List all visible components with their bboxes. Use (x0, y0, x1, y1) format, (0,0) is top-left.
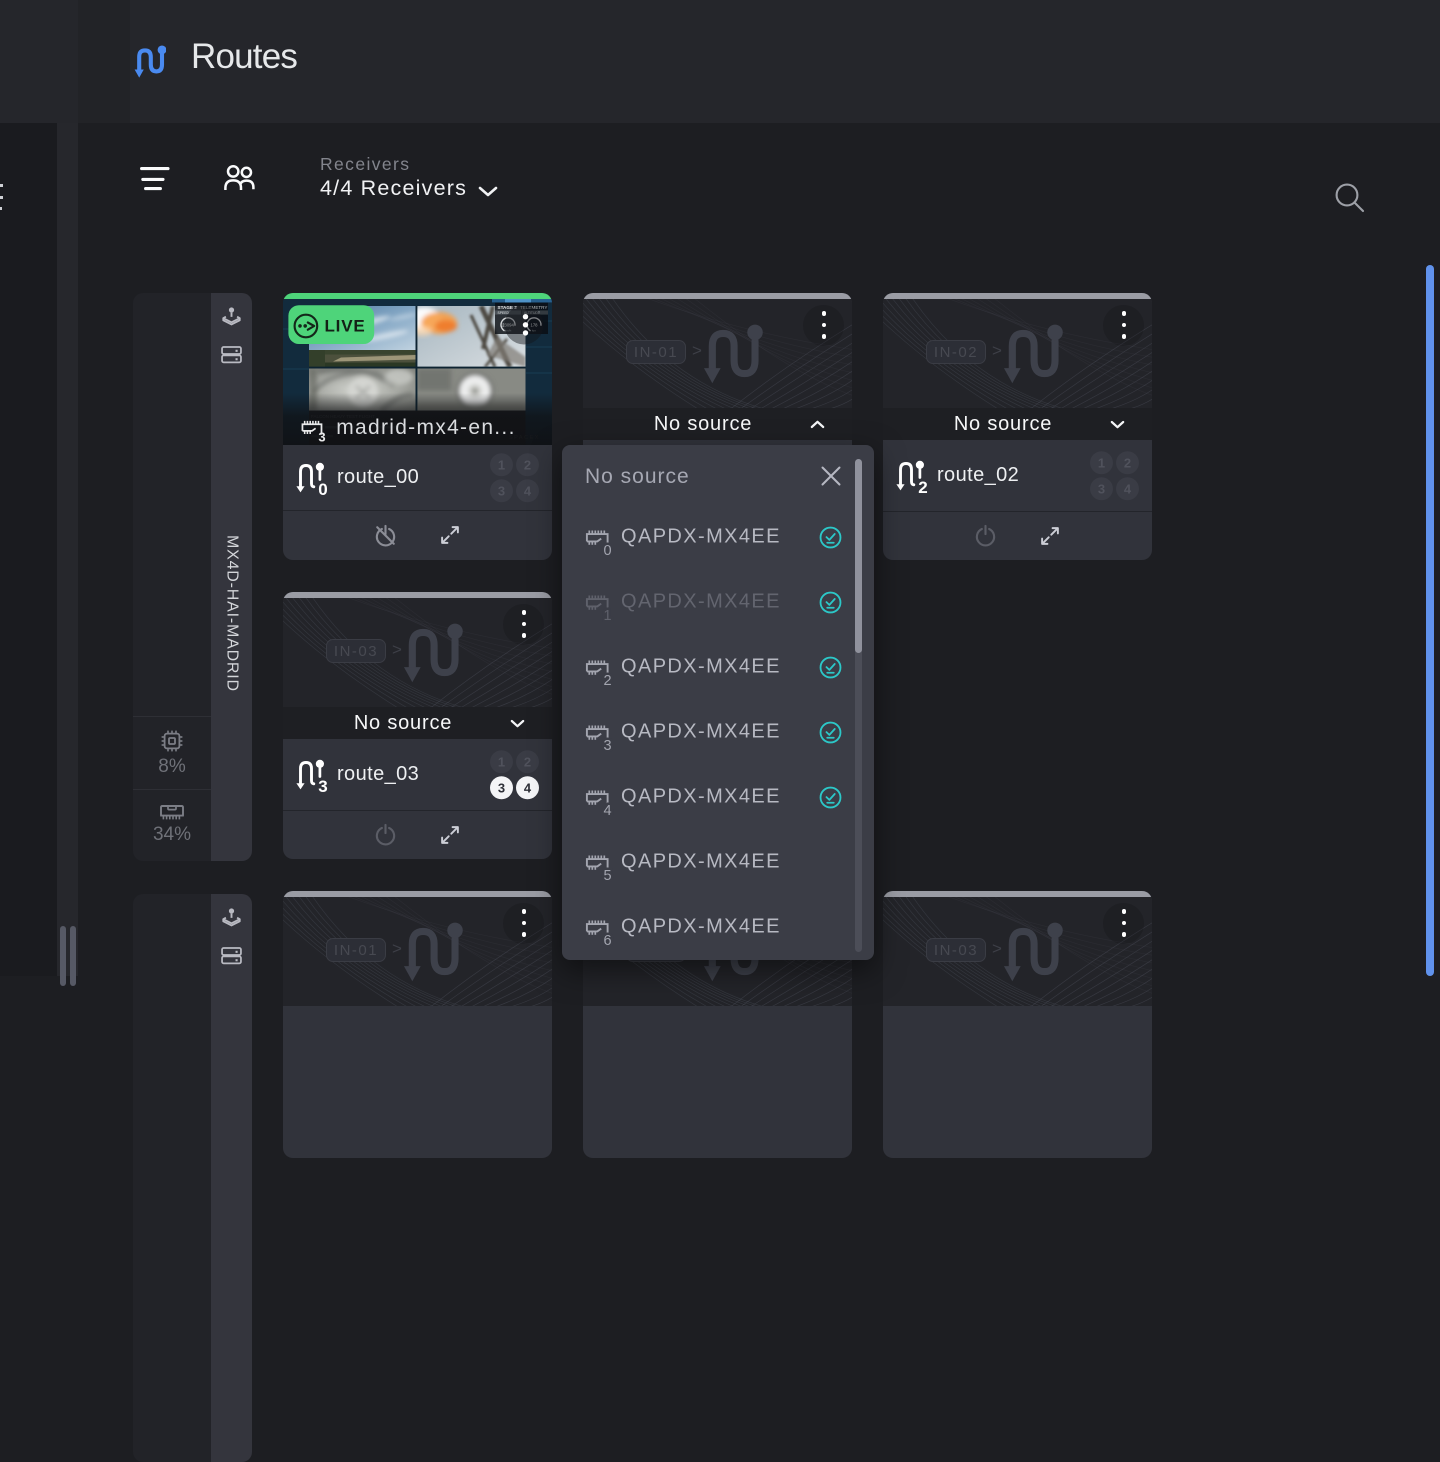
svg-text:6: 6 (603, 933, 611, 947)
svg-text:1: 1 (603, 608, 611, 622)
svg-text:5: 5 (603, 868, 611, 882)
svg-text:madrid-mx4-en...: madrid-mx4-en... (336, 416, 516, 439)
svg-text:3: 3 (603, 738, 611, 752)
svg-text:SPEED: SPEED (498, 311, 510, 315)
svg-text:2: 2 (918, 478, 927, 494)
svg-text:0: 0 (318, 480, 327, 496)
svg-text:0: 0 (603, 543, 611, 557)
svg-text:4: 4 (603, 803, 611, 817)
svg-text:2: 2 (603, 673, 611, 687)
svg-text:LIVE: LIVE (325, 316, 366, 335)
svg-text:3: 3 (318, 430, 325, 445)
svg-text:3: 3 (318, 777, 327, 793)
